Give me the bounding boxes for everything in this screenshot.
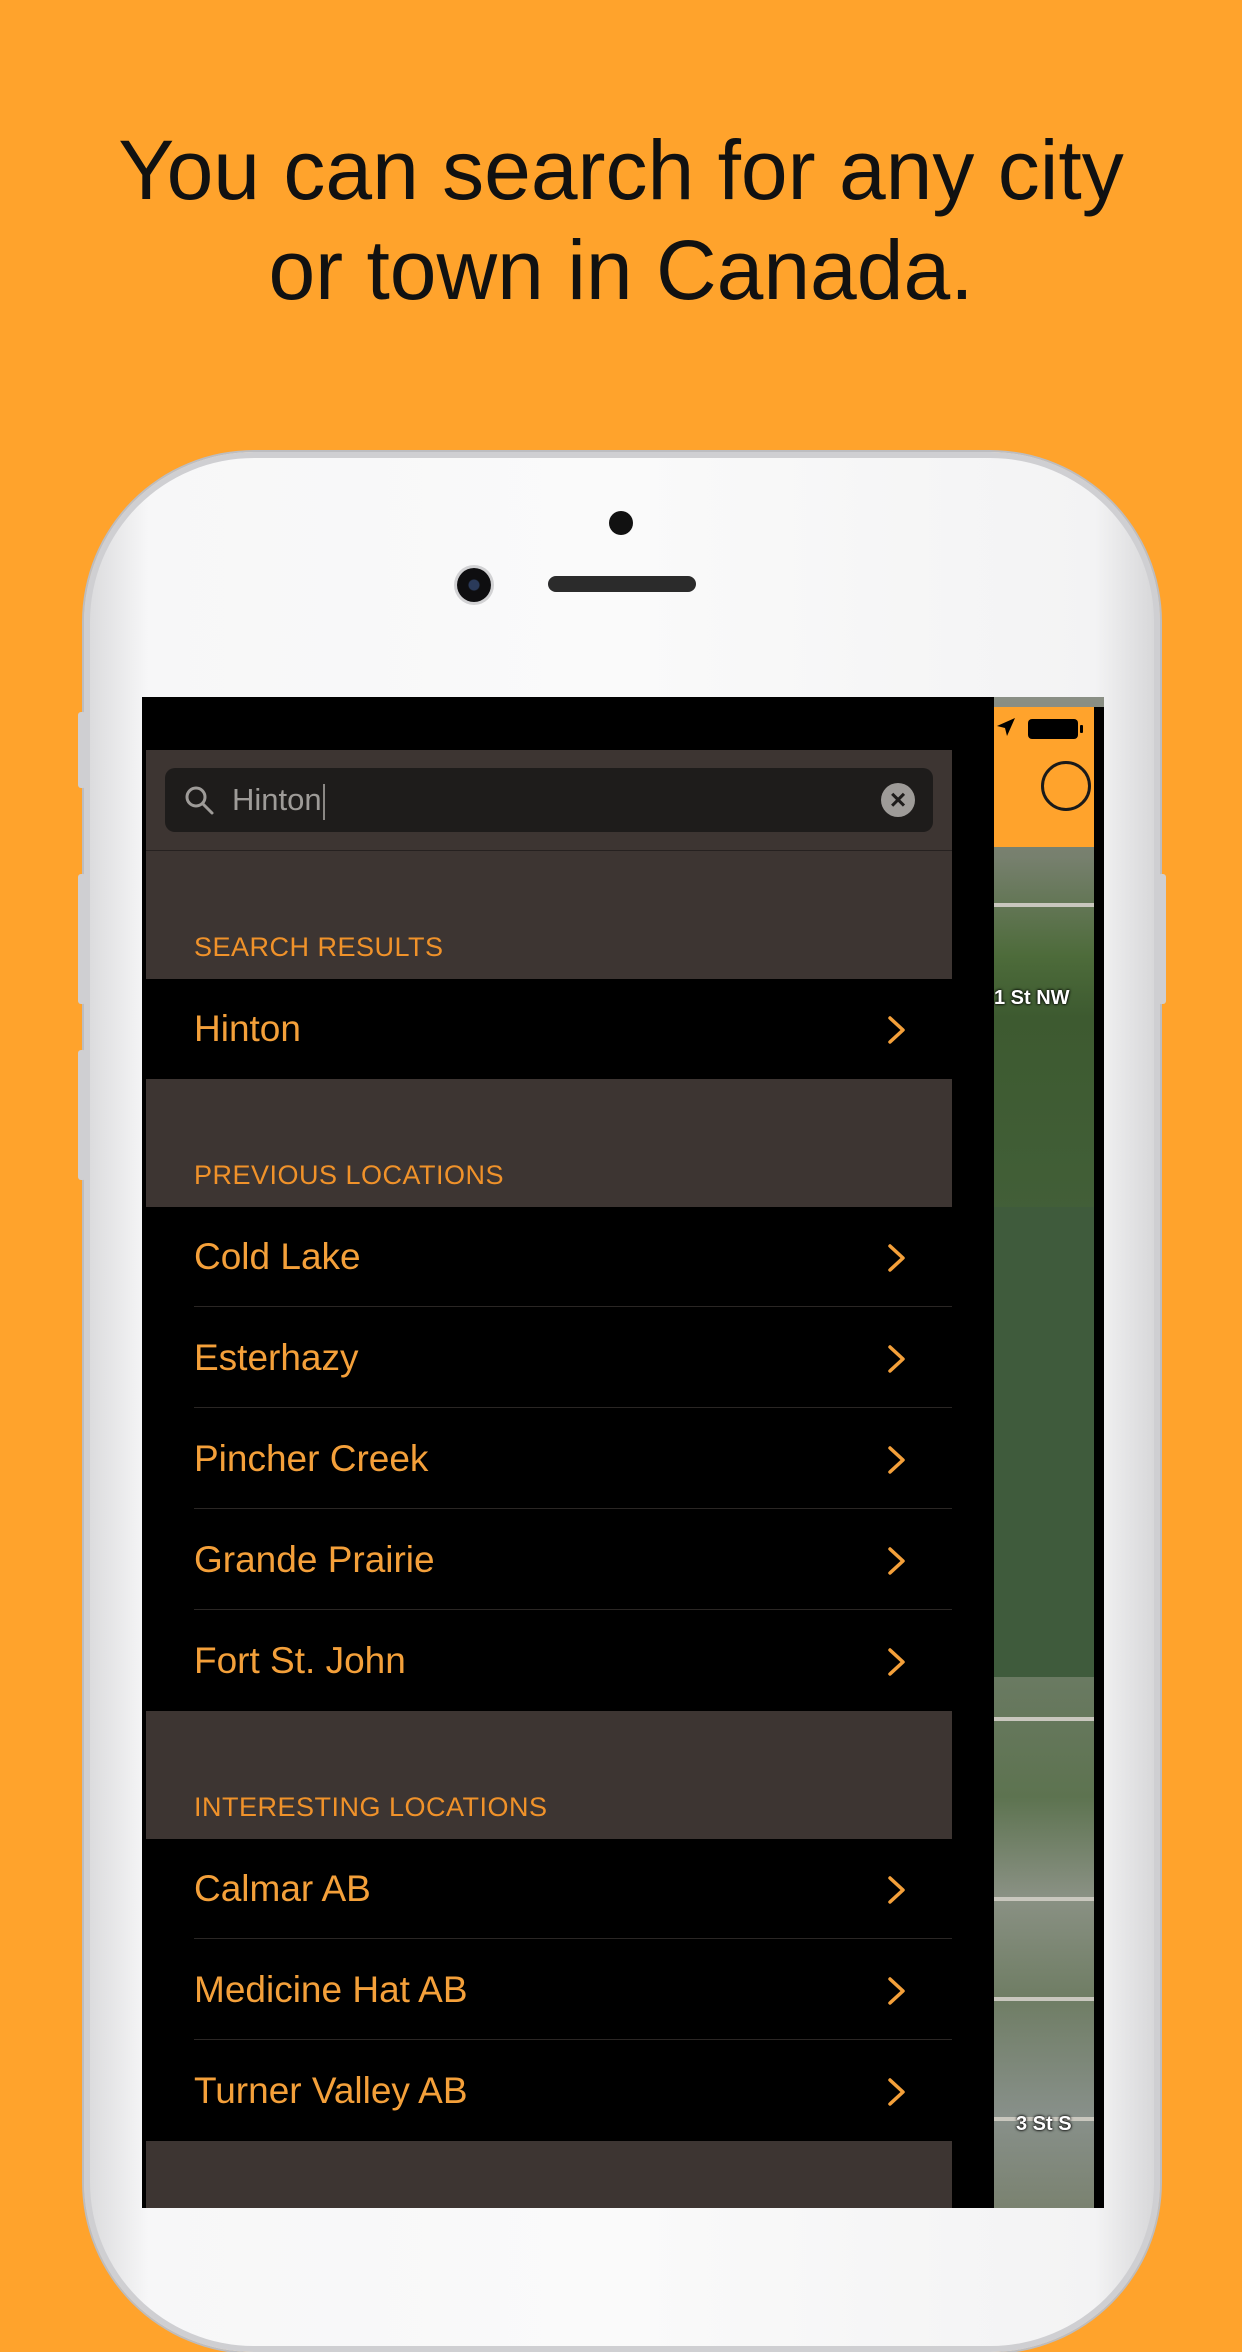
list-item-label: Fort St. John [194, 1640, 406, 1681]
screen-edge [1094, 707, 1104, 2208]
search-drawer: Hinton × SEARCH RESULTS Hinton PREVIOUS … [146, 707, 952, 2208]
battery-icon [1028, 719, 1083, 739]
map-road [994, 1897, 1104, 1901]
earpiece-speaker [548, 576, 696, 592]
list-item-label: Esterhazy [194, 1337, 359, 1378]
list-item[interactable]: Pincher Creek [146, 1409, 952, 1509]
phone-screen: 1 St NW 3 St S Hinton × SEARCH RESULTS H… [142, 697, 1104, 2208]
list-item[interactable]: Hinton [146, 979, 952, 1079]
row-divider [194, 1609, 952, 1610]
search-input-value: Hinton [232, 768, 325, 832]
search-icon [185, 786, 214, 815]
phone-volume-up [78, 874, 86, 1004]
proximity-sensor [609, 511, 633, 535]
map-view[interactable]: 1 St NW 3 St S [994, 697, 1104, 2208]
search-input[interactable]: Hinton × [165, 768, 933, 832]
chevron-right-icon [888, 1648, 905, 1676]
chevron-right-icon [888, 1977, 905, 2005]
headline-line-2: or town in Canada. [268, 223, 974, 317]
list-item-label: Medicine Hat AB [194, 1969, 468, 2010]
phone-volume-down [78, 1050, 86, 1180]
list-footer [146, 2141, 952, 2208]
front-camera [457, 568, 491, 602]
chevron-right-icon [888, 2078, 905, 2106]
chevron-right-icon [888, 1244, 905, 1272]
chevron-right-icon [888, 1446, 905, 1474]
chevron-right-icon [888, 1345, 905, 1373]
list-item[interactable]: Turner Valley AB [146, 2041, 952, 2141]
section-header-search-results: SEARCH RESULTS [146, 851, 952, 979]
list-item-label: Hinton [194, 1008, 301, 1049]
list-item-label: Pincher Creek [194, 1438, 429, 1479]
phone-power-button [1158, 874, 1166, 1004]
list-item[interactable]: Esterhazy [146, 1308, 952, 1408]
map-road [994, 1717, 1104, 1721]
list-item-label: Calmar AB [194, 1868, 371, 1909]
phone-side-button [78, 712, 86, 788]
list-item[interactable]: Cold Lake [146, 1207, 952, 1307]
list-item-label: Turner Valley AB [194, 2070, 468, 2111]
list-item[interactable]: Grande Prairie [146, 1510, 952, 1610]
list-item[interactable]: Fort St. John [146, 1611, 952, 1711]
section-header-previous-locations: PREVIOUS LOCATIONS [146, 1079, 952, 1207]
map-street-label: 3 St S [1016, 2113, 1072, 2135]
row-divider [194, 1938, 952, 1939]
headline-line-1: You can search for any city [118, 123, 1124, 217]
section-title: INTERESTING LOCATIONS [194, 1792, 548, 1822]
chevron-right-icon [888, 1547, 905, 1575]
map-search-button[interactable] [1041, 761, 1091, 811]
search-bar-container: Hinton × [146, 750, 952, 851]
list-item[interactable]: Calmar AB [146, 1839, 952, 1939]
chevron-right-icon [888, 1876, 905, 1904]
map-river [994, 1207, 1104, 1677]
section-header-interesting-locations: INTERESTING LOCATIONS [146, 1711, 952, 1839]
row-divider [194, 1407, 952, 1408]
clear-icon[interactable]: × [881, 783, 915, 817]
list-item[interactable]: Medicine Hat AB [146, 1940, 952, 2040]
row-divider [194, 2039, 952, 2040]
map-road [994, 1997, 1104, 2001]
location-arrow-icon [994, 715, 1018, 745]
list-item-label: Cold Lake [194, 1236, 361, 1277]
row-divider [194, 1306, 952, 1307]
map-street-label: 1 St NW [994, 987, 1070, 1009]
list-item-label: Grande Prairie [194, 1539, 435, 1580]
chevron-right-icon [888, 1016, 905, 1044]
section-title: PREVIOUS LOCATIONS [194, 1160, 505, 1190]
map-road [994, 903, 1104, 907]
headline: You can search for any city or town in C… [0, 120, 1242, 320]
row-divider [194, 1508, 952, 1509]
section-title: SEARCH RESULTS [194, 932, 444, 962]
text-caret [322, 783, 325, 820]
